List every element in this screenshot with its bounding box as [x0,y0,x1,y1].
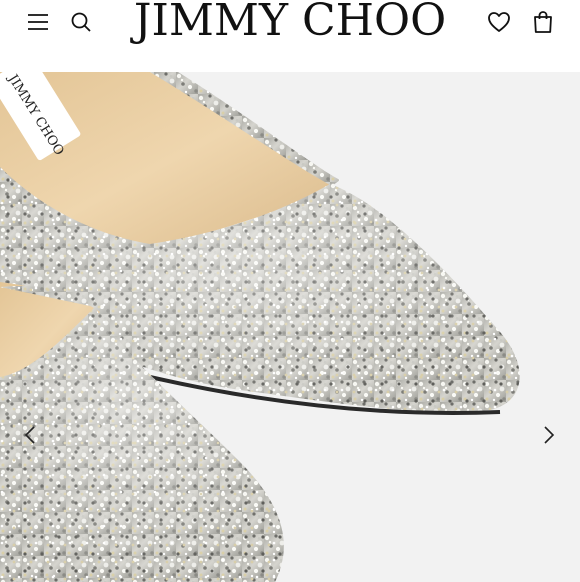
chevron-left-icon[interactable] [18,423,42,447]
shopping-bag-icon[interactable] [529,8,557,36]
site-header: JIMMY CHOO [0,0,580,72]
heart-icon[interactable] [485,8,513,36]
product-image: JIMMY CHOO [0,72,580,582]
chevron-right-icon[interactable] [537,423,561,447]
product-image-gallery[interactable]: JIMMY CHOO [0,72,580,582]
